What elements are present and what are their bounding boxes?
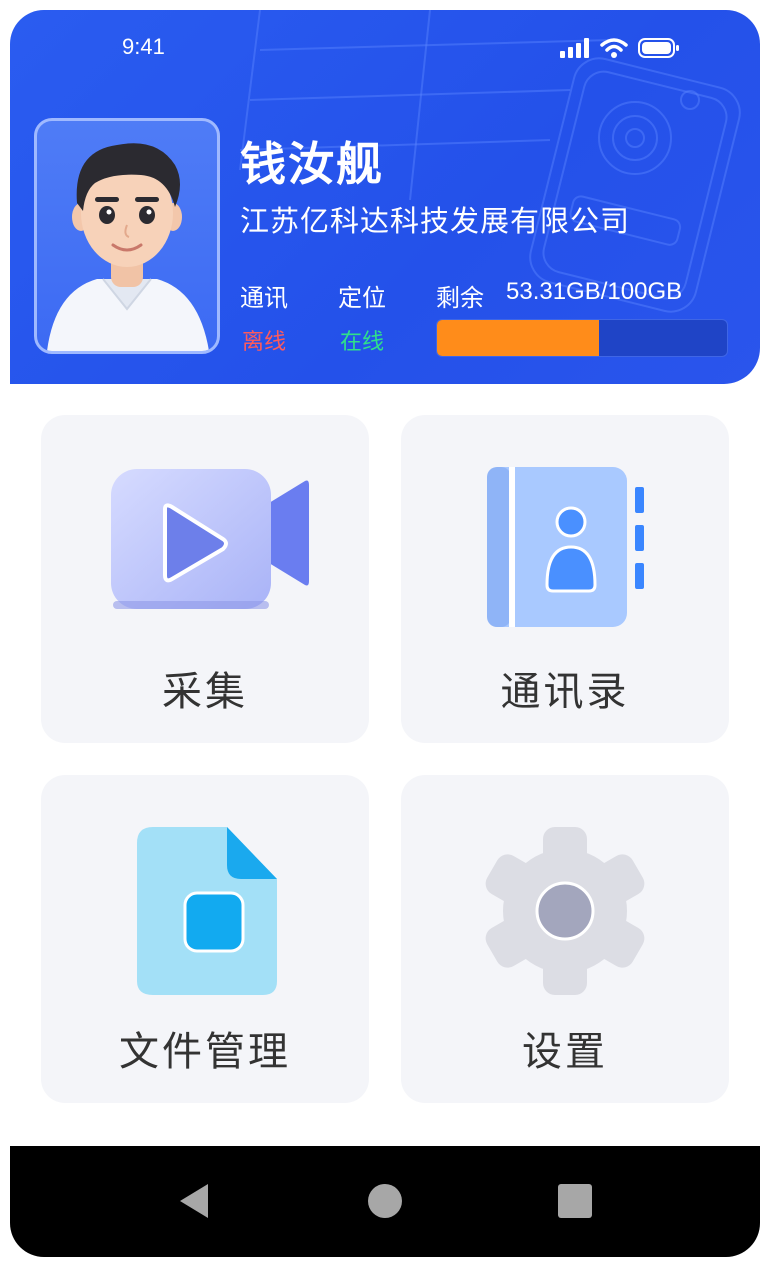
tile-file-management-label: 文件管理	[119, 1029, 291, 1075]
status-time: 9:41	[122, 34, 165, 59]
company-name: 江苏亿科达科技发展有限公司	[240, 204, 631, 238]
tile-file-management[interactable]: 文件管理	[41, 775, 369, 1103]
avatar-illustration	[47, 143, 209, 351]
storage-label: 剩余	[436, 284, 484, 312]
tile-capture-label: 采集	[162, 669, 248, 715]
location-label: 定位	[338, 284, 386, 312]
signal-icon	[560, 38, 589, 58]
tile-settings[interactable]: 设置	[401, 775, 729, 1103]
profile-header: 9:41 钱汝舰 江苏亿科达科技发展有限公司 通讯 离线 定位 在线 剩余 53…	[10, 10, 760, 384]
storage-progress-fill	[437, 320, 600, 356]
storage-progress-bar	[436, 319, 728, 357]
back-icon[interactable]	[170, 1176, 220, 1226]
wifi-icon	[600, 38, 628, 58]
tile-contacts-label: 通讯录	[500, 669, 630, 715]
home-icon[interactable]	[360, 1176, 410, 1226]
user-name: 钱汝舰	[240, 137, 384, 191]
phone-screen: 9:41 钱汝舰 江苏亿科达科技发展有限公司 通讯 离线 定位 在线 剩余 53…	[10, 10, 760, 1257]
file-icon	[137, 827, 277, 995]
communication-status: 离线	[242, 330, 287, 355]
tile-contacts[interactable]: 通讯录	[401, 415, 729, 743]
battery-icon	[638, 38, 679, 58]
avatar[interactable]	[34, 118, 220, 354]
tile-settings-label: 设置	[522, 1029, 608, 1075]
recents-icon[interactable]	[550, 1176, 600, 1226]
tile-capture[interactable]: 采集	[41, 415, 369, 743]
contacts-book-icon	[487, 467, 644, 627]
location-status: 在线	[340, 330, 385, 355]
gear-icon	[485, 827, 645, 995]
communication-label: 通讯	[240, 284, 288, 312]
storage-value: 53.31GB/100GB	[506, 278, 683, 305]
status-icons	[560, 37, 680, 59]
video-camera-icon	[111, 469, 309, 609]
system-nav-bar	[10, 1146, 760, 1257]
